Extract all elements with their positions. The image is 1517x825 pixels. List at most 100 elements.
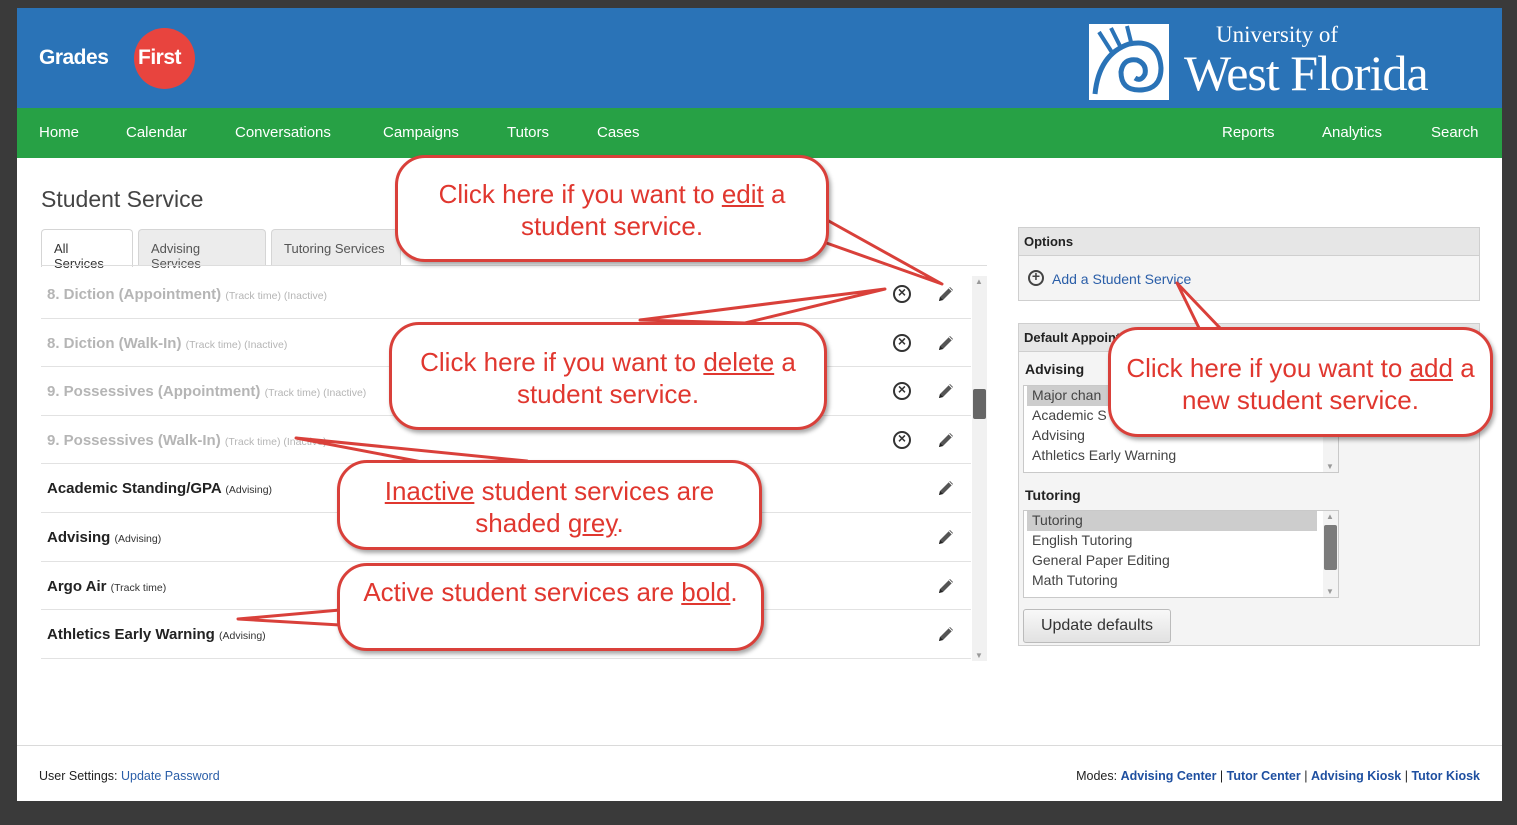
callout-emphasis: Inactive <box>384 476 475 506</box>
main-nav: Home Calendar Conversations Campaigns Tu… <box>17 108 1502 158</box>
table-row: 8. Diction (Appointment) (Track time) (I… <box>41 270 971 319</box>
scroll-down-icon[interactable]: ▼ <box>1326 462 1334 471</box>
mode-advising-center-link[interactable]: Advising Center <box>1121 769 1217 783</box>
listbox-option[interactable]: English Tutoring <box>1024 531 1338 551</box>
nav-conversations[interactable]: Conversations <box>235 124 331 141</box>
page-title: Student Service <box>41 186 204 212</box>
delete-icon[interactable]: × <box>893 430 911 449</box>
pencil-icon[interactable] <box>935 332 957 354</box>
mode-tutor-kiosk-link[interactable]: Tutor Kiosk <box>1411 769 1480 783</box>
pencil-icon[interactable] <box>935 575 957 597</box>
inactive-callout: Inactive student services are shaded gre… <box>337 460 762 550</box>
service-title: Athletics Early Warning <box>47 626 215 644</box>
callout-emphasis: delete <box>703 347 775 377</box>
listbox-option[interactable]: General Paper Editing <box>1024 551 1338 571</box>
nav-cases[interactable]: Cases <box>597 124 640 141</box>
callout-emphasis: bold <box>681 577 731 607</box>
nav-calendar[interactable]: Calendar <box>126 124 187 141</box>
pencil-icon[interactable] <box>935 623 957 645</box>
service-title: 8. Diction (Appointment) <box>47 286 222 303</box>
scrollbar-thumb[interactable] <box>973 389 986 419</box>
pencil-icon[interactable] <box>935 283 957 305</box>
edit-callout: Click here if you want to edit a student… <box>395 155 829 262</box>
pencil-icon[interactable] <box>935 429 957 451</box>
service-title: 8. Diction (Walk-In) <box>47 334 182 352</box>
service-name[interactable]: Argo Air (Track time) <box>47 578 166 595</box>
service-name[interactable]: Advising (Advising) <box>47 529 161 546</box>
tutoring-listbox[interactable]: Tutoring English Tutoring General Paper … <box>1023 510 1339 598</box>
pencil-icon[interactable] <box>935 526 957 548</box>
service-name[interactable]: 9. Possessives (Appointment) (Track time… <box>47 383 366 400</box>
nav-home[interactable]: Home <box>39 124 79 141</box>
service-meta: (Track time) (Inactive) <box>224 435 327 448</box>
callout-text: Click here if you want to <box>438 179 722 209</box>
active-callout: Active student services are bold. <box>337 563 764 651</box>
listbox-option[interactable]: Math Tutoring <box>1024 571 1338 591</box>
nav-analytics[interactable]: Analytics <box>1322 124 1382 141</box>
callout-text: Click here if you want to <box>420 347 704 377</box>
mode-separator: | <box>1404 769 1408 783</box>
options-panel: Options + Add a Student Service <box>1018 227 1480 301</box>
service-name[interactable]: 8. Diction (Appointment) (Track time) (I… <box>47 286 327 303</box>
tab-tutoring-services[interactable]: Tutoring Services <box>271 229 401 266</box>
advising-label: Advising <box>1025 361 1085 377</box>
add-callout: Click here if you want to add a new stud… <box>1108 327 1493 437</box>
service-name[interactable]: Athletics Early Warning (Advising) <box>47 626 266 643</box>
service-meta: (Track time) (Inactive) <box>225 290 328 302</box>
logo-text-first: First <box>138 46 182 69</box>
pencil-icon[interactable] <box>935 380 957 402</box>
scroll-up-icon[interactable]: ▲ <box>975 277 983 286</box>
scroll-down-icon[interactable]: ▼ <box>1326 587 1334 596</box>
tab-all-services[interactable]: All Services <box>41 229 133 271</box>
service-title: Argo Air <box>47 577 107 595</box>
university-line-2: West Florida <box>1184 45 1429 101</box>
mode-advising-kiosk-link[interactable]: Advising Kiosk <box>1311 769 1401 783</box>
delete-icon[interactable]: × <box>893 333 911 352</box>
service-title: 9. Possessives (Walk-In) <box>47 431 221 449</box>
university-logo: University of West Florida <box>1089 20 1489 101</box>
mode-tutor-center-link[interactable]: Tutor Center <box>1227 769 1301 783</box>
tab-advising-services[interactable]: Advising Services <box>138 229 266 271</box>
callout-text: . <box>616 508 624 538</box>
nav-campaigns[interactable]: Campaigns <box>383 124 459 141</box>
service-title: Advising <box>47 528 111 546</box>
service-name[interactable]: Academic Standing/GPA (Advising) <box>47 480 272 497</box>
footer: User Settings: Update Password Modes: Ad… <box>17 745 1502 801</box>
pencil-icon[interactable] <box>935 477 957 499</box>
tutoring-label: Tutoring <box>1025 487 1081 503</box>
listbox-scrollbar[interactable]: ▲ ▼ <box>1323 511 1338 597</box>
options-heading: Options <box>1019 228 1479 256</box>
nav-reports[interactable]: Reports <box>1222 124 1275 141</box>
listbox-option[interactable]: Athletics Early Warning <box>1024 446 1338 466</box>
scrollbar-thumb[interactable] <box>1324 525 1337 570</box>
list-scrollbar[interactable]: ▲ ▼ <box>972 276 987 661</box>
listbox-option[interactable]: Tutoring <box>1027 511 1317 531</box>
nautilus-icon <box>1089 24 1169 100</box>
header-bar: Grades First University of West Florida <box>17 8 1502 108</box>
callout-emphasis: edit <box>721 179 764 209</box>
mode-separator: | <box>1219 769 1224 783</box>
add-circle-icon[interactable]: + <box>1028 268 1044 286</box>
delete-icon[interactable]: × <box>893 381 911 401</box>
modes-label: Modes: <box>1076 769 1118 783</box>
update-password-link[interactable]: Update Password <box>121 769 220 783</box>
service-name[interactable]: 8. Diction (Walk-In) (Track time) (Inact… <box>47 335 287 352</box>
service-meta: (Track time) <box>110 581 167 594</box>
scroll-up-icon[interactable]: ▲ <box>1326 512 1334 521</box>
scroll-down-icon[interactable]: ▼ <box>975 651 983 660</box>
footer-user-settings: User Settings: Update Password <box>39 769 220 783</box>
service-meta: (Advising) <box>225 484 273 497</box>
gradesfirst-logo[interactable]: Grades First <box>39 28 214 89</box>
delete-icon[interactable]: × <box>893 284 911 303</box>
callout-text: Active student services are <box>363 577 682 607</box>
nav-search[interactable]: Search <box>1431 124 1479 141</box>
update-defaults-button[interactable]: Update defaults <box>1023 609 1171 643</box>
service-meta: (Track time) (Inactive) <box>264 387 367 400</box>
mode-separator: | <box>1304 769 1308 783</box>
service-name[interactable]: 9. Possessives (Walk-In) (Track time) (I… <box>47 432 327 449</box>
callout-text: . <box>730 577 738 607</box>
add-student-service-link[interactable]: Add a Student Service <box>1052 271 1191 287</box>
service-meta: (Track time) (Inactive) <box>185 338 288 351</box>
nav-tutors[interactable]: Tutors <box>507 124 549 141</box>
callout-emphasis: grey <box>567 508 617 538</box>
